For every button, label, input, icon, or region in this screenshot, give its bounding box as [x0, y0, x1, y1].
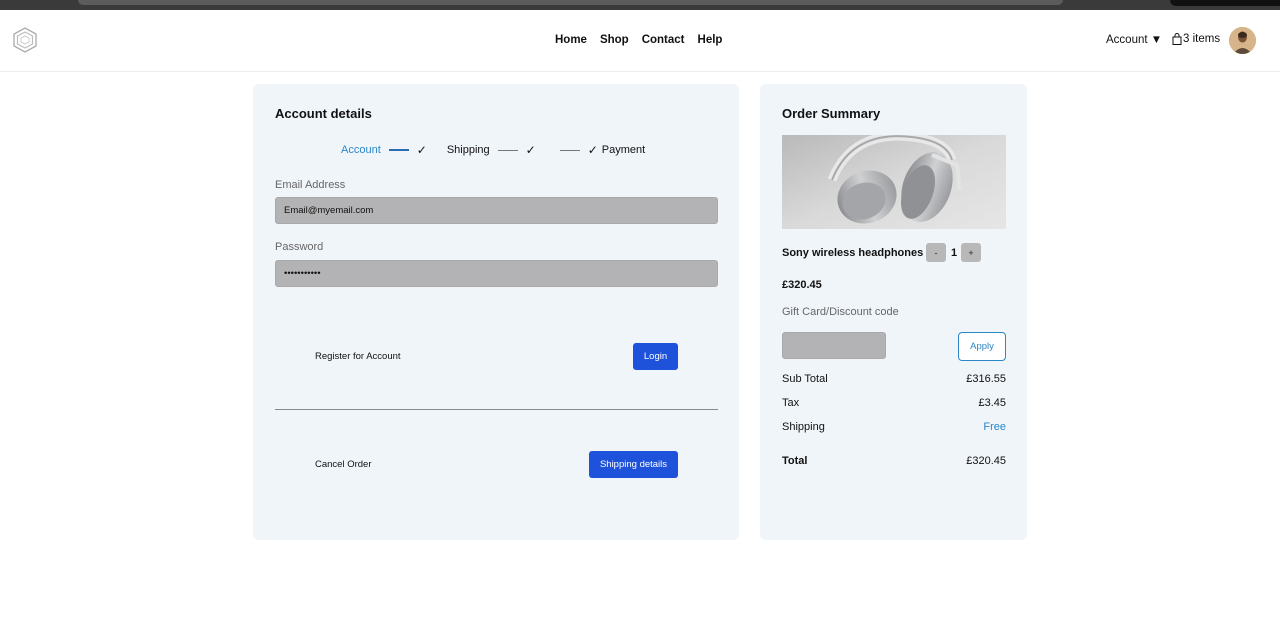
quantity-increase-button[interactable]: +: [961, 243, 981, 262]
nav-help[interactable]: Help: [698, 34, 723, 46]
check-icon: ✓: [525, 143, 536, 157]
step-connector: [559, 149, 580, 151]
total-label: Total: [782, 455, 808, 467]
discount-code-label: Gift Card/Discount code: [782, 306, 899, 318]
browser-address-bar: [78, 0, 1063, 5]
cart-button[interactable]: 3 items: [1172, 33, 1220, 45]
browser-top-strip: [0, 0, 1280, 10]
avatar-image: [1229, 27, 1256, 54]
shipping-value: Free: [983, 421, 1006, 433]
main-nav: Home Shop Contact Help: [555, 34, 722, 46]
step-payment[interactable]: Payment: [602, 144, 645, 156]
panel-title: Account details: [275, 106, 372, 121]
order-summary-title: Order Summary: [782, 106, 881, 121]
account-dropdown[interactable]: Account ▼: [1106, 34, 1162, 46]
browser-top-right-control: [1170, 0, 1280, 6]
product-name: Sony wireless headphones: [782, 247, 924, 259]
tax-value: £3.45: [978, 397, 1006, 409]
checkout-steps: Account ✓ Shipping ✓ ✓ Payment: [341, 143, 645, 157]
order-summary-panel: Order Summary Sony wireless headphones -…: [760, 84, 1027, 540]
total-value: £320.45: [966, 455, 1006, 467]
check-icon: ✓: [416, 143, 427, 157]
subtotal-row: Sub Total £316.55: [782, 373, 1006, 385]
check-icon: ✓: [587, 143, 598, 157]
cart-count: 3 items: [1183, 33, 1221, 45]
nav-shop[interactable]: Shop: [600, 34, 629, 46]
tax-label: Tax: [782, 397, 800, 409]
login-button[interactable]: Login: [633, 343, 678, 370]
quantity-decrease-button[interactable]: -: [926, 243, 946, 262]
nav-home[interactable]: Home: [555, 34, 587, 46]
tax-row: Tax £3.45: [782, 397, 1006, 409]
divider: [275, 409, 718, 410]
product-image: [782, 135, 1006, 229]
site-header: Home Shop Contact Help Account ▼ 3 items: [0, 10, 1280, 72]
nav-contact[interactable]: Contact: [642, 34, 685, 46]
shipping-details-button[interactable]: Shipping details: [589, 451, 678, 478]
step-connector: [388, 149, 409, 151]
hexagon-logo-icon[interactable]: [12, 27, 38, 53]
subtotal-value: £316.55: [966, 373, 1006, 385]
step-connector: [497, 149, 518, 151]
avatar[interactable]: [1229, 27, 1256, 54]
shipping-label: Shipping: [782, 421, 825, 433]
quantity-value: 1: [951, 247, 958, 259]
email-label: Email Address: [275, 179, 346, 191]
register-link[interactable]: Register for Account: [315, 351, 401, 362]
password-label: Password: [275, 241, 324, 253]
step-shipping[interactable]: Shipping: [447, 144, 490, 156]
password-field[interactable]: •••••••••••: [275, 260, 718, 287]
shipping-row: Shipping Free: [782, 421, 1006, 433]
discount-code-input[interactable]: [782, 332, 886, 359]
account-details-panel: Account details Account ✓ Shipping ✓ ✓ P…: [253, 84, 739, 540]
step-account[interactable]: Account: [341, 144, 381, 156]
shopping-bag-icon: [1172, 33, 1182, 45]
product-price: £320.45: [782, 279, 822, 291]
cancel-order-link[interactable]: Cancel Order: [315, 459, 372, 470]
subtotal-label: Sub Total: [782, 373, 828, 385]
total-row: Total £320.45: [782, 455, 1006, 467]
email-field[interactable]: Email@myemail.com: [275, 197, 718, 224]
apply-button[interactable]: Apply: [958, 332, 1006, 361]
